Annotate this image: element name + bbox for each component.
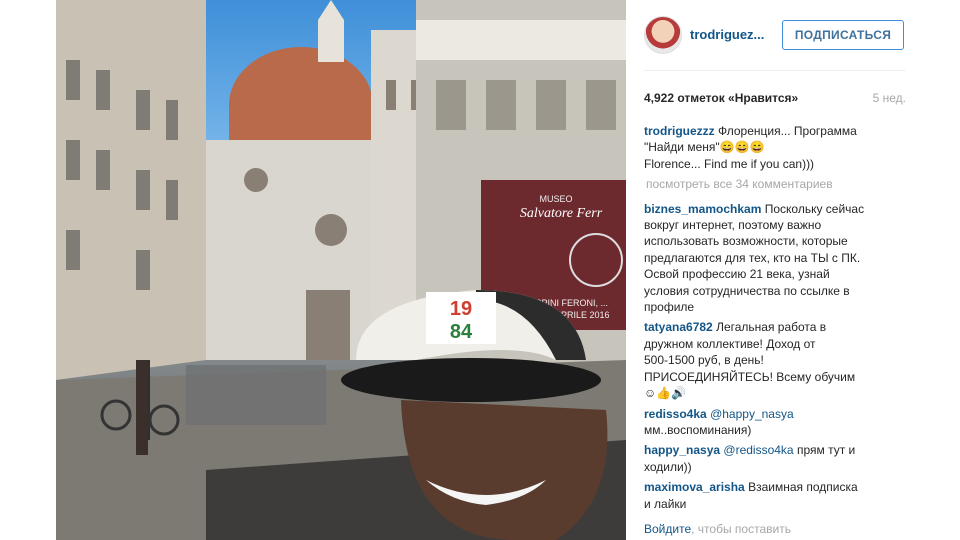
comment-text: вокруг интернет, поэтому важно — [644, 218, 822, 233]
likes-count[interactable]: 4,922 отметок «Нравится» — [644, 91, 798, 105]
comment: happy_nasya @redisso4ka прям тут и ходил… — [644, 442, 908, 475]
comment-text: прям тут и — [796, 443, 856, 458]
comment-text: предлагаются для тех, кто на ТЫ с ПК. — [644, 250, 861, 265]
comment-text: Флоренция... Программа — [718, 124, 857, 138]
comment-text: Освой профессию 21 века, узнай — [644, 267, 830, 282]
post-age[interactable]: 5 нед. — [873, 91, 906, 105]
comment-text: Поскольку сейчас — [764, 201, 865, 216]
sign-text-2: Salvatore Ferr — [520, 206, 603, 221]
avatar[interactable] — [644, 16, 682, 54]
comment-text: Взаимная подписка — [748, 480, 858, 495]
comment: biznes_mamochkam Поскольку сейчас вокруг… — [644, 201, 908, 316]
comment-text: использовать возможности, которые — [644, 234, 848, 249]
comment-mention[interactable]: @happy_nasya — [710, 407, 794, 421]
login-prompt-text: , чтобы поставить — [691, 522, 791, 536]
comment: maximova_arisha Взаимная подписка и лайк… — [644, 479, 908, 512]
post-header: trodriguez... ПОДПИСАТЬСЯ — [644, 14, 906, 58]
comment-text: ходили)) — [644, 459, 692, 474]
caption: trodriguezzz Флоренция... Программа "Най… — [644, 123, 908, 172]
comment-text: профиле — [644, 300, 695, 315]
comment-text: 500-1500 руб, в день! — [644, 353, 764, 368]
post-photo[interactable]: MUSEO Salvatore Ferr LAZZO SPINI FERONI,… — [56, 0, 626, 540]
comment-text: и лайки — [644, 496, 687, 511]
comment-text: условия сотрудничества по ссылке в — [644, 283, 850, 298]
comment-list: trodriguezzz Флоренция... Программа "Най… — [644, 123, 908, 516]
comment-text: дружном коллективе! Доход от — [644, 336, 816, 351]
comment-text: мм..воспоминания) — [644, 422, 752, 437]
comments-panel: trodriguez... ПОДПИСАТЬСЯ 4,922 отметок … — [626, 0, 916, 540]
comment-user[interactable]: happy_nasya — [644, 443, 720, 457]
login-link[interactable]: Войдите — [644, 522, 691, 536]
comment-user[interactable]: maximova_arisha — [644, 480, 745, 494]
login-prompt: Войдите, чтобы поставить — [644, 522, 791, 536]
cap-number-bottom: 84 — [450, 321, 473, 343]
divider — [644, 70, 906, 71]
follow-button[interactable]: ПОДПИСАТЬСЯ — [782, 20, 904, 50]
comment: redisso4ka @happy_nasya мм..воспоминания… — [644, 406, 908, 439]
comment-text: ПРИСОЕДИНЯЙТЕСЬ! Всему обучим — [644, 369, 856, 384]
comment-user[interactable]: trodriguezzz — [644, 124, 715, 138]
view-all-comments-link[interactable]: посмотреть все 34 комментариев — [646, 176, 908, 192]
comment-mention[interactable]: @redisso4ka — [723, 443, 793, 457]
comment-text: ☺👍🔊 — [644, 386, 687, 401]
comment: tatyana6782 Легальная работа в дружном к… — [644, 319, 908, 401]
comment-user[interactable]: tatyana6782 — [644, 320, 713, 334]
post-username[interactable]: trodriguez... — [690, 27, 764, 42]
comment-user[interactable]: redisso4ka — [644, 407, 707, 421]
photo-illustration: MUSEO Salvatore Ferr LAZZO SPINI FERONI,… — [56, 0, 626, 540]
cap-number-top: 19 — [450, 298, 472, 320]
sign-text-1: MUSEO — [539, 194, 572, 204]
comment-user[interactable]: biznes_mamochkam — [644, 202, 761, 216]
comment-text: "Найди меня"😄😄😄 — [644, 140, 765, 155]
comment-text: Florence... Find me if you can))) — [644, 156, 815, 171]
comment-text: Легальная работа в — [716, 320, 827, 335]
